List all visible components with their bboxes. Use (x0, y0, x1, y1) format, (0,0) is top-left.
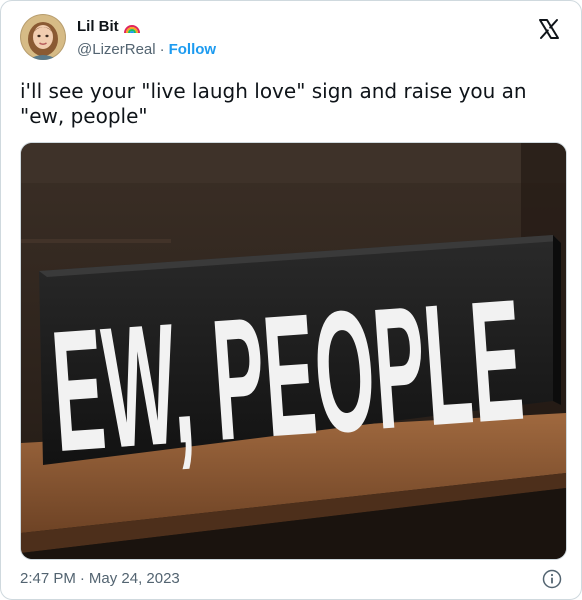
avatar[interactable] (20, 14, 66, 60)
display-name[interactable]: Lil Bit (77, 18, 119, 35)
tweet-timestamp: 2:47 PM · May 24, 2023 (20, 570, 180, 587)
handle-separator: · (159, 41, 165, 58)
follow-button[interactable]: Follow (169, 41, 217, 58)
info-icon[interactable] (542, 569, 562, 589)
x-logo-icon[interactable] (537, 17, 561, 41)
author-handle[interactable]: @LizerReal (77, 41, 156, 58)
tweet-date[interactable]: May 24, 2023 (89, 570, 180, 587)
author-handle-row: @LizerReal · Follow (77, 41, 216, 58)
tweet-text: i'll see your "live laugh love" sign and… (20, 79, 527, 128)
sign-photo: EW, PEOPLE (21, 143, 566, 559)
avatar-portrait (20, 14, 66, 60)
tweet-card: Lil Bit @LizerReal · Follow i'll see your … (0, 0, 582, 600)
tweet-photo[interactable]: EW, PEOPLE (20, 142, 567, 560)
tweet-time[interactable]: 2:47 PM (20, 570, 76, 587)
rainbow-icon (123, 24, 140, 33)
sign-text: EW, PEOPLE (46, 264, 528, 488)
author-name-row: Lil Bit (77, 18, 141, 35)
timestamp-separator: · (79, 570, 85, 587)
